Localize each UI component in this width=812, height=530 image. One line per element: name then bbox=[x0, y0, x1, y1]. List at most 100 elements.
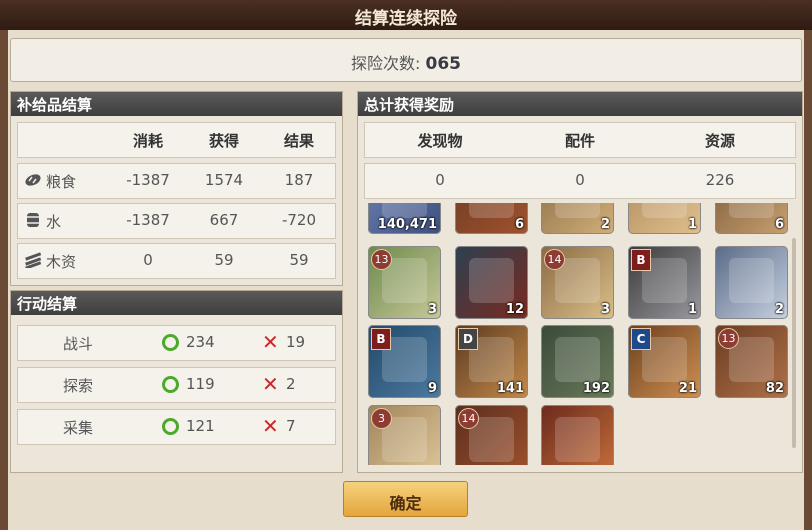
discoveries-value: 0 bbox=[435, 171, 445, 189]
supplies-header: 补给品结算 bbox=[17, 96, 93, 114]
item-quantity: 140,471 bbox=[377, 217, 437, 232]
reward-item-parchment[interactable]: 1 bbox=[628, 203, 701, 234]
chest-icon bbox=[469, 203, 514, 218]
supply-result: 59 bbox=[289, 251, 309, 269]
reward-item-medal[interactable]: 140,471 bbox=[368, 203, 441, 234]
item-level-badge: C bbox=[631, 328, 651, 350]
column-consumed: 消耗 bbox=[132, 132, 163, 150]
reward-item-lumber[interactable]: 13 82 bbox=[715, 325, 788, 398]
item-quantity: 192 bbox=[582, 381, 610, 396]
parchment-icon bbox=[642, 203, 687, 218]
item-quantity: 3 bbox=[600, 302, 610, 317]
frame-left bbox=[0, 30, 8, 530]
supply-result: 187 bbox=[284, 171, 314, 189]
action-row-gather: 采集 121 ✕ 7 bbox=[17, 409, 336, 445]
item-quantity: 12 bbox=[505, 302, 524, 317]
lobster-icon bbox=[469, 258, 514, 303]
action-success: 121 bbox=[186, 417, 215, 435]
item-quantity: 2 bbox=[774, 302, 784, 317]
item-level-badge: B bbox=[371, 328, 391, 350]
rewards-header: 总计获得奖励 bbox=[364, 96, 455, 114]
action-row-battle: 战斗 234 ✕ 19 bbox=[17, 325, 336, 361]
item-level-badge: 14 bbox=[458, 408, 479, 429]
reward-item-ship-scroll[interactable]: 14 3 bbox=[541, 246, 614, 319]
action-fail: 2 bbox=[286, 375, 296, 393]
action-success: 119 bbox=[186, 375, 215, 393]
item-level-badge: 14 bbox=[544, 249, 565, 270]
exploration-count-value: 065 bbox=[425, 54, 462, 74]
barrel-icon bbox=[27, 213, 39, 227]
column-gained: 获得 bbox=[208, 132, 239, 150]
ship-model-icon bbox=[729, 203, 774, 218]
action-row-explore: 探索 119 ✕ 2 bbox=[17, 367, 336, 403]
supply-name: 水 bbox=[46, 213, 62, 231]
reward-item-vase[interactable]: 2 bbox=[715, 246, 788, 319]
supply-name: 木资 bbox=[46, 253, 77, 271]
reward-item-ship-model[interactable]: 6 bbox=[715, 203, 788, 234]
supply-consumed: 0 bbox=[143, 251, 153, 269]
action-name: 采集 bbox=[62, 419, 93, 437]
actions-panel: 行动结算 战斗 234 ✕ 19 探索 119 ✕ 2 采集 121 ✕ 7 bbox=[10, 290, 343, 473]
success-icon bbox=[162, 418, 179, 435]
item-level-badge: 3 bbox=[371, 408, 392, 429]
column-parts: 配件 bbox=[564, 132, 595, 150]
supply-gained: 1574 bbox=[204, 171, 244, 189]
item-quantity: 82 bbox=[765, 381, 784, 396]
item-quantity: 3 bbox=[427, 302, 437, 317]
reward-items-grid[interactable]: 140,471 6 2 1 6 13 3 12 14 3 B 1 2 B 9 D 141 192 C 21 13 82 3 1… bbox=[363, 203, 790, 465]
reward-item-chest[interactable]: 6 bbox=[455, 203, 528, 234]
item-quantity: 141 bbox=[496, 381, 524, 396]
reward-item-astrolabe[interactable]: B1 bbox=[628, 246, 701, 319]
fail-icon: ✕ bbox=[262, 372, 279, 396]
column-discoveries: 发现物 bbox=[417, 132, 463, 150]
item-quantity: 6 bbox=[774, 217, 784, 232]
item-quantity: 2 bbox=[600, 217, 610, 232]
item-quantity: 1 bbox=[687, 302, 697, 317]
reward-item-red-planks[interactable] bbox=[541, 405, 614, 465]
supply-row-wood: 木资 0 59 59 bbox=[17, 243, 336, 279]
fail-icon: ✕ bbox=[262, 414, 279, 438]
planks-icon bbox=[25, 252, 42, 268]
supply-result: -720 bbox=[281, 211, 317, 229]
exploration-count-box: 探险次数: 065 bbox=[10, 38, 802, 82]
actions-header: 行动结算 bbox=[17, 295, 78, 313]
item-level-badge: B bbox=[631, 249, 651, 271]
action-name: 战斗 bbox=[62, 335, 93, 353]
supply-consumed: -1387 bbox=[126, 211, 170, 229]
item-level-badge: D bbox=[458, 328, 478, 350]
confirm-button[interactable]: 确定 bbox=[343, 481, 468, 517]
supply-row-water: 水 -1387 667 -720 bbox=[17, 203, 336, 239]
red-planks-icon bbox=[555, 417, 600, 462]
supplies-panel: 补给品结算 消耗 获得 结果 粮食 -1387 1574 187 水 -1387… bbox=[10, 91, 343, 286]
frame-right bbox=[804, 30, 812, 530]
reward-item-crate[interactable]: 192 bbox=[541, 325, 614, 398]
medal-icon bbox=[382, 203, 427, 218]
exploration-count-label: 探险次数: bbox=[351, 54, 421, 73]
column-resources: 资源 bbox=[704, 132, 735, 150]
reward-item-wood-boards[interactable]: 14 bbox=[455, 405, 528, 465]
dialog-title: 结算连续探险 bbox=[355, 9, 457, 29]
action-fail: 7 bbox=[286, 417, 296, 435]
rewards-scrollbar[interactable] bbox=[792, 238, 796, 448]
action-fail: 19 bbox=[286, 333, 306, 351]
supply-row-food: 粮食 -1387 1574 187 bbox=[17, 163, 336, 199]
vase-icon bbox=[729, 258, 774, 303]
supply-consumed: -1387 bbox=[126, 171, 170, 189]
reward-item-lobster[interactable]: 12 bbox=[455, 246, 528, 319]
reward-item-compass[interactable]: D 141 bbox=[455, 325, 528, 398]
item-quantity: 9 bbox=[427, 381, 437, 396]
reward-item-map-scroll[interactable]: 2 bbox=[541, 203, 614, 234]
resources-value: 226 bbox=[705, 171, 735, 189]
bread-icon bbox=[25, 174, 41, 186]
success-icon bbox=[162, 334, 179, 351]
rewards-totals: 0 0 226 bbox=[364, 163, 796, 199]
reward-item-scroll[interactable]: 3 bbox=[368, 405, 441, 465]
rewards-column-header: 发现物 配件 资源 bbox=[364, 122, 796, 158]
parts-value: 0 bbox=[575, 171, 585, 189]
reward-item-ship-chart[interactable]: 13 3 bbox=[368, 246, 441, 319]
item-quantity: 21 bbox=[678, 381, 697, 396]
item-quantity: 1 bbox=[687, 217, 697, 232]
reward-item-book[interactable]: B9 bbox=[368, 325, 441, 398]
reward-item-compass-gold[interactable]: C 21 bbox=[628, 325, 701, 398]
supply-gained: 59 bbox=[214, 251, 234, 269]
